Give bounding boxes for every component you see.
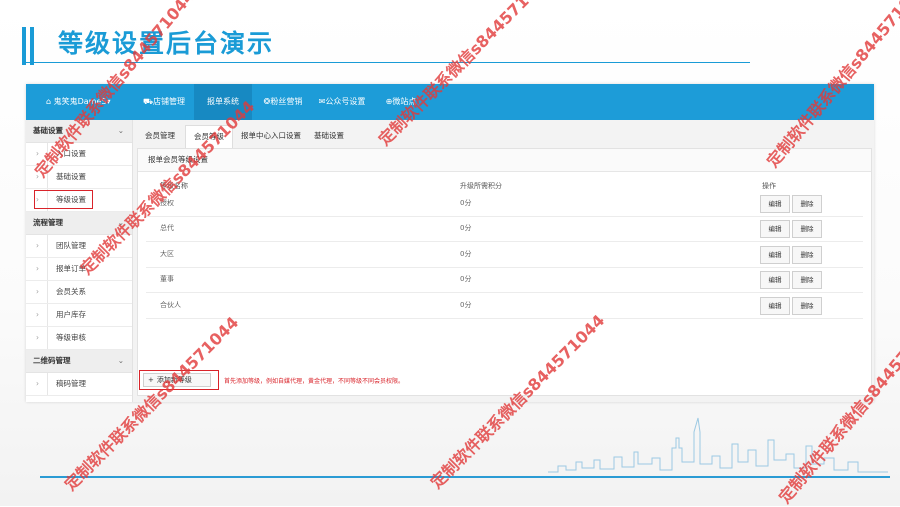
highlight-box: + 添加新等级 [139, 370, 219, 390]
table-row: 合伙人 0分 编辑 删除 [146, 293, 863, 319]
table-row: 董事 0分 编辑 删除 [146, 267, 863, 293]
store-icon: ⛟ [142, 97, 154, 106]
sidebar: 基础设置 ⌄ › 入口设置 › 基础设置 › 等级设置 流程管理 ⌄ › 团队管理 › 报单订… [26, 120, 133, 402]
title-divider [22, 62, 750, 63]
chevron-right-icon: › [36, 172, 39, 181]
chevron-down-icon: ⌄ [117, 356, 124, 365]
footer-divider [40, 476, 890, 478]
sidebar-item-level-review[interactable]: › 等级审核 [26, 327, 132, 350]
plus-icon: + [148, 376, 154, 384]
sidebar-item-inventory[interactable]: › 用户库存 [26, 304, 132, 327]
delete-button[interactable]: 删除 [792, 195, 822, 213]
nav-microsite[interactable]: ⊕微站点 [378, 84, 424, 120]
nav-official-account[interactable]: ✉公众号设置 [314, 84, 370, 120]
delete-button[interactable]: 删除 [792, 246, 822, 264]
sidebar-item-entry[interactable]: › 入口设置 [26, 143, 132, 166]
sidebar-item-basic-settings[interactable]: › 基础设置 [26, 166, 132, 189]
add-level-button[interactable]: + 添加新等级 [143, 373, 211, 387]
sidebar-group-qrcode[interactable]: 二维码管理 ⌄ [26, 350, 132, 373]
edit-button[interactable]: 编辑 [760, 271, 790, 289]
hint-text: 首先添加等级，例如自媒代理，黄金代理，不同等级不同会员权限。 [224, 378, 405, 385]
edit-button[interactable]: 编辑 [760, 195, 790, 213]
chevron-down-icon: ⌄ [117, 126, 124, 135]
column-header-name: 等级名称 [160, 182, 188, 190]
sidebar-item-codes[interactable]: › 稿码管理 [26, 373, 132, 396]
chevron-right-icon: › [36, 310, 39, 319]
table-row: 授权 0分 编辑 删除 [146, 191, 863, 217]
sidebar-item-team[interactable]: › 团队管理 [26, 235, 132, 258]
delete-button[interactable]: 删除 [792, 220, 822, 238]
home-icon: ⌂ [46, 97, 54, 106]
delete-button[interactable]: 删除 [792, 297, 822, 315]
column-header-actions: 操作 [762, 182, 776, 190]
chevron-right-icon: › [36, 264, 39, 273]
column-header-points: 升级所需积分 [460, 182, 502, 190]
chevron-right-icon: › [36, 379, 39, 388]
tab-basic-settings[interactable]: 基础设置 [309, 125, 349, 147]
edit-button[interactable]: 编辑 [760, 246, 790, 264]
delete-button[interactable]: 删除 [792, 271, 822, 289]
nav-store[interactable]: ⛟店铺管理 [136, 84, 192, 120]
table-row: 大区 0分 编辑 删除 [146, 242, 863, 268]
chevron-right-icon: › [36, 241, 39, 250]
sidebar-group-process[interactable]: 流程管理 ⌄ [26, 212, 132, 235]
skyline-decoration [548, 417, 888, 473]
chevron-right-icon: › [36, 149, 39, 158]
edit-button[interactable]: 编辑 [760, 297, 790, 315]
sidebar-group-basic[interactable]: 基础设置 ⌄ [26, 120, 132, 143]
table-row: 总代 0分 编辑 删除 [146, 216, 863, 242]
chevron-right-icon: › [36, 287, 39, 296]
tab-member-level[interactable]: 会员等级 [185, 125, 233, 148]
title-accent-bar [30, 27, 34, 65]
chevron-right-icon: › [36, 333, 39, 342]
account-menu[interactable]: ⌂ 鬼笑鬼DameS▾ [46, 84, 111, 120]
main-content: 会员管理 会员等级 报单中心入口设置 基础设置 报单会员等级设置 等级名称 升级… [133, 120, 874, 402]
page-title: 等级设置后台演示 [58, 29, 275, 58]
sidebar-item-orders[interactable]: › 报单订单 [26, 258, 132, 281]
highlight-box [34, 190, 93, 209]
app-window: ⌂ 鬼笑鬼DameS▾ ⛟店铺管理 报单系统 ❂粉丝营销 ✉公众号设置 ⊕微站点… [26, 84, 874, 402]
level-settings-panel: 报单会员等级设置 等级名称 升级所需积分 操作 授权 0分 编辑 删除 总代 0… [137, 148, 872, 396]
top-navbar: ⌂ 鬼笑鬼DameS▾ ⛟店铺管理 报单系统 ❂粉丝营销 ✉公众号设置 ⊕微站点 [26, 84, 874, 120]
nav-fans[interactable]: ❂粉丝营销 [258, 84, 308, 120]
panel-title: 报单会员等级设置 [138, 149, 871, 172]
tab-order-center-entry[interactable]: 报单中心入口设置 [237, 125, 305, 147]
chevron-down-icon: ⌄ [117, 218, 124, 227]
title-accent-bar [22, 27, 26, 65]
tab-member-manage[interactable]: 会员管理 [139, 125, 181, 147]
edit-button[interactable]: 编辑 [760, 220, 790, 238]
sidebar-item-level-settings[interactable]: › 等级设置 [26, 189, 132, 212]
sidebar-item-relations[interactable]: › 会员关系 [26, 281, 132, 304]
nav-orders[interactable]: 报单系统 [194, 84, 252, 120]
